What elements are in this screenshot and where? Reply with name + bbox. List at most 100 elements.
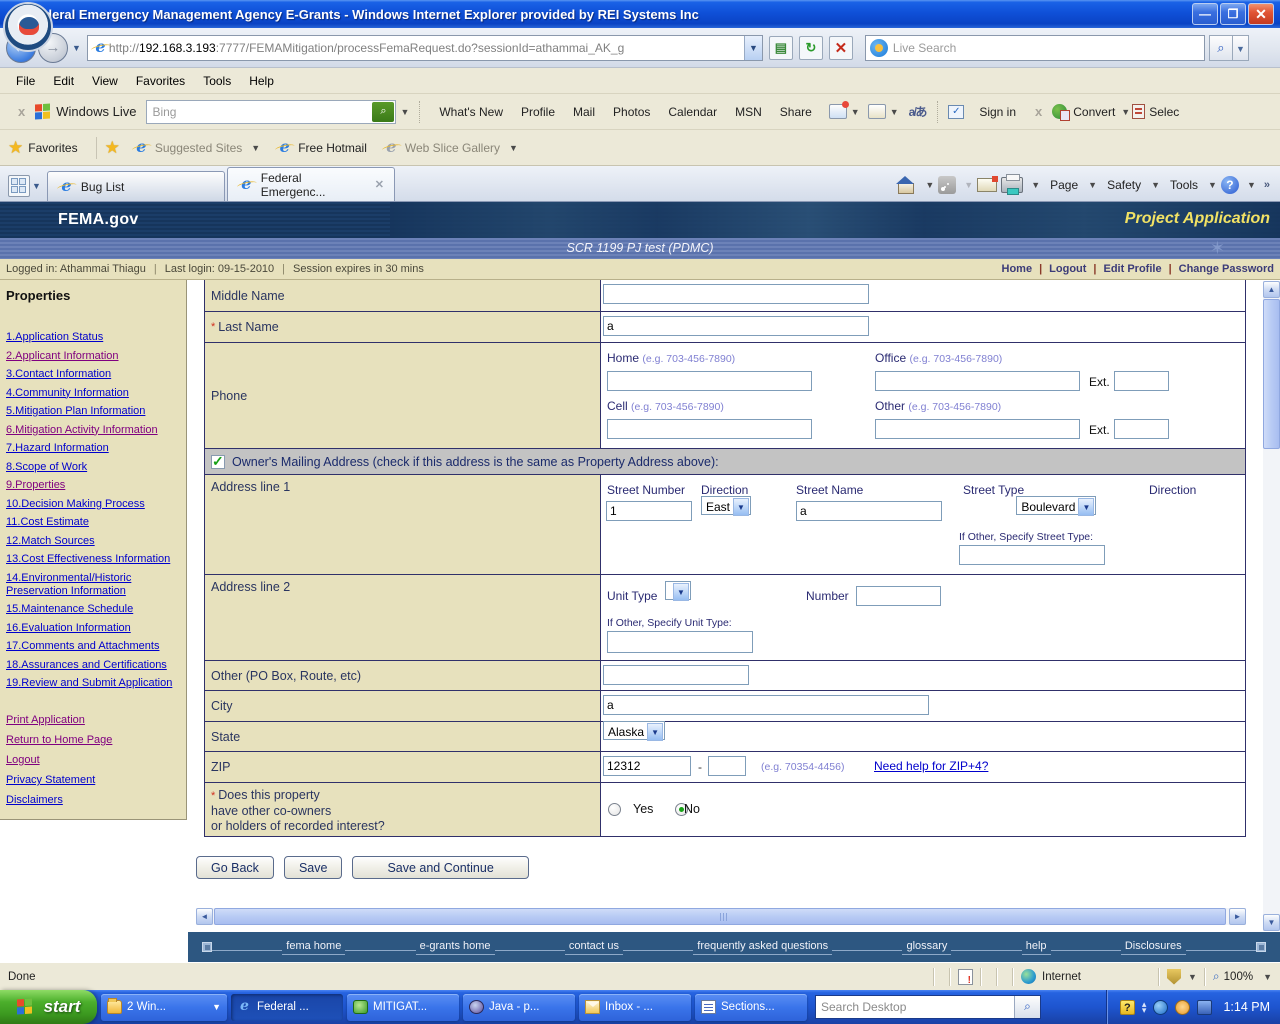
menu-help[interactable]: Help [241, 71, 282, 91]
tray-collapse-icon[interactable]: ▴▾ [1142, 1001, 1147, 1013]
live-search-box[interactable] [865, 35, 1205, 61]
scroll-right-arrow[interactable]: ► [1229, 908, 1246, 925]
street-number-input[interactable] [606, 501, 692, 521]
news-icon[interactable] [868, 104, 886, 119]
free-hotmail-button[interactable]: e Free Hotmail [268, 135, 375, 160]
history-dropdown-icon[interactable]: ▼ [72, 43, 81, 53]
sidebar-link-return-to-home-page[interactable]: Return to Home Page [6, 734, 181, 747]
go-back-button[interactable]: Go Back [196, 856, 274, 879]
address-dropdown-button[interactable]: ▼ [744, 36, 762, 60]
toolbar-close-icon[interactable]: x [18, 104, 25, 119]
state-select[interactable]: Alaska▼ [603, 721, 665, 740]
task-inbox-[interactable]: Inbox - ... [579, 994, 691, 1021]
web-slice-gallery-button[interactable]: e Web Slice Gallery▼ [375, 135, 526, 160]
live-link-mail[interactable]: Mail [564, 101, 604, 123]
zip-plus4-input[interactable] [708, 756, 746, 776]
task-2-win-[interactable]: 2 Win...▼ [101, 994, 227, 1021]
unit-type-select[interactable]: ▼ [665, 581, 691, 600]
sign-in-link[interactable]: Sign in [970, 101, 1025, 123]
tab-federal-emergency[interactable]: e Federal Emergenc... ✕ [227, 167, 395, 201]
live-link-msn[interactable]: MSN [726, 101, 771, 123]
session-link-logout[interactable]: Logout [1049, 263, 1086, 275]
sidebar-link-print-application[interactable]: Print Application [6, 714, 181, 727]
horizontal-scrollbar[interactable]: ◄ ► [196, 908, 1246, 925]
live-search-input[interactable] [893, 41, 1173, 55]
task-java-p-[interactable]: Java - p... [463, 994, 575, 1021]
phone-office-ext-input[interactable] [1114, 371, 1169, 391]
footer-link-help[interactable]: help [1022, 940, 1051, 955]
zoom-level[interactable]: 100% [1224, 971, 1253, 983]
session-link-home[interactable]: Home [1002, 263, 1033, 275]
sidebar-item-15-maintenance-schedule[interactable]: 15.Maintenance Schedule [6, 603, 181, 616]
other-po-input[interactable] [603, 665, 749, 685]
search-dropdown-button[interactable]: ▼ [1233, 35, 1249, 61]
home-icon[interactable] [895, 175, 917, 195]
bing-search-box[interactable]: ⌕ [146, 100, 396, 124]
menu-edit[interactable]: Edit [45, 71, 82, 91]
live-link-profile[interactable]: Profile [512, 101, 564, 123]
save-and-continue-button[interactable]: Save and Continue [352, 856, 528, 879]
quick-tabs-button[interactable] [8, 175, 30, 197]
other-street-type-input[interactable] [959, 545, 1105, 565]
translate-icon[interactable]: a̸あ [909, 103, 928, 120]
zip-input[interactable] [603, 756, 691, 776]
task-federal-[interactable]: eFederal ... [231, 994, 343, 1021]
city-input[interactable] [603, 695, 929, 715]
sidebar-item-1-application-status[interactable]: 1.Application Status [6, 331, 181, 344]
tray-network-icon[interactable] [1197, 1000, 1212, 1015]
favorites-button[interactable]: Favorites [28, 141, 77, 155]
stop-button[interactable]: ✕ [829, 36, 853, 60]
desktop-search-input[interactable] [816, 1000, 1014, 1014]
rss-feeds-icon[interactable] [938, 176, 956, 194]
refresh-button[interactable]: ↻ [799, 36, 823, 60]
tab-close-icon[interactable]: ✕ [375, 178, 384, 191]
start-button[interactable]: start [0, 990, 97, 1024]
address-bar[interactable]: e http://192.168.3.193:7777/FEMAMitigati… [87, 35, 763, 61]
sidebar-item-10-decision-making-process[interactable]: 10.Decision Making Process [6, 498, 181, 511]
protected-mode-icon[interactable] [1167, 969, 1181, 985]
task-mitigat-[interactable]: MITIGAT... [347, 994, 459, 1021]
select-arrow-icon[interactable]: ▼ [733, 498, 749, 516]
select-arrow-icon[interactable]: ▼ [673, 583, 689, 601]
bing-go-icon[interactable]: ⌕ [372, 102, 394, 122]
live-link-what-s-new[interactable]: What's New [430, 101, 512, 123]
restore-button[interactable]: ❐ [1220, 3, 1246, 25]
sidebar-item-18-assurances-and-certifications[interactable]: 18.Assurances and Certifications [6, 659, 181, 672]
save-button[interactable]: Save [284, 856, 343, 879]
footer-link-frequently-asked-questions[interactable]: frequently asked questions [693, 940, 832, 955]
sidebar-item-13-cost-effectiveness-information[interactable]: 13.Cost Effectiveness Information [6, 553, 181, 566]
sidebar-item-5-mitigation-plan-information[interactable]: 5.Mitigation Plan Information [6, 405, 181, 418]
unit-number-input[interactable] [856, 586, 941, 606]
vertical-scrollbar[interactable]: ▲ ▼ [1263, 281, 1280, 931]
footer-link-e-grants-home[interactable]: e-grants home [416, 940, 495, 955]
page-menu-button[interactable]: Page [1044, 178, 1080, 192]
footer-link-fema-home[interactable]: fema home [282, 940, 345, 955]
sidebar-item-19-review-and-submit-application[interactable]: 19.Review and Submit Application [6, 677, 181, 690]
sidebar-item-16-evaluation-information[interactable]: 16.Evaluation Information [6, 622, 181, 635]
read-mail-icon[interactable] [977, 178, 997, 192]
session-link-change-password[interactable]: Change Password [1179, 263, 1274, 275]
live-link-share[interactable]: Share [771, 101, 821, 123]
sidebar-link-privacy-statement[interactable]: Privacy Statement [6, 774, 181, 787]
coowners-yes-radio[interactable] [608, 803, 621, 816]
photo-mail-icon[interactable] [829, 104, 847, 119]
phone-cell-input[interactable] [607, 419, 812, 439]
sidebar-item-17-comments-and-attachments[interactable]: 17.Comments and Attachments [6, 640, 181, 653]
tools-menu-button[interactable]: Tools [1164, 178, 1200, 192]
phone-other-ext-input[interactable] [1114, 419, 1169, 439]
close-button[interactable]: ✕ [1248, 3, 1274, 25]
suggested-sites-button[interactable]: e Suggested Sites▼ [125, 135, 268, 160]
toolbar-close2-icon[interactable]: x [1035, 104, 1042, 119]
footer-link-contact-us[interactable]: contact us [565, 940, 623, 955]
last-name-input[interactable] [603, 316, 869, 336]
footer-link-disclosures[interactable]: Disclosures [1121, 940, 1186, 955]
page-report-icon[interactable] [958, 969, 973, 985]
search-button[interactable]: ⌕ [1209, 35, 1233, 61]
sidebar-item-6-mitigation-activity-information[interactable]: 6.Mitigation Activity Information [6, 424, 181, 437]
menu-view[interactable]: View [84, 71, 126, 91]
zoom-dropdown-icon[interactable]: ▼ [1263, 972, 1272, 982]
desktop-search-button[interactable]: ⌕ [1014, 996, 1040, 1018]
scroll-down-arrow[interactable]: ▼ [1263, 914, 1280, 931]
select-link[interactable]: Selec [1149, 101, 1179, 123]
compatibility-view-button[interactable]: ▤ [769, 36, 793, 60]
